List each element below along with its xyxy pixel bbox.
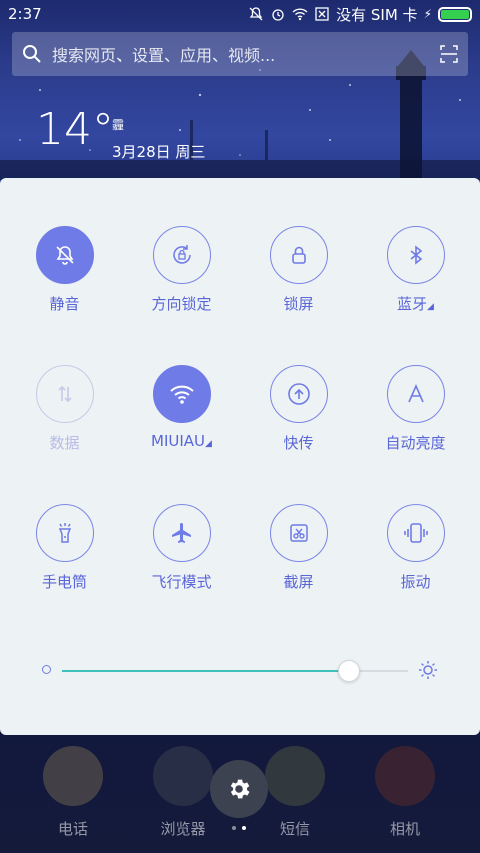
lock-icon[interactable] — [269, 226, 328, 284]
brightness-thumb[interactable] — [338, 660, 360, 682]
rotation-lock-icon[interactable] — [152, 226, 211, 284]
weather-widget[interactable]: 14° 霾 3月28日 周三 — [36, 104, 205, 162]
weather-date: 3月28日 周三 — [112, 143, 206, 161]
bell-off-icon[interactable] — [35, 226, 94, 284]
status-bar: 2:37 没有 SIM 卡 ⚡ — [0, 0, 480, 28]
dock-app-camera[interactable]: 相机 — [360, 746, 450, 839]
quick-tile-bluetooth[interactable]: 蓝牙◢ — [357, 226, 474, 314]
battery-icon — [438, 6, 472, 22]
dock-app-label: 电话 — [57, 820, 88, 838]
brightness-fill — [62, 670, 349, 672]
temperature: 14° — [36, 104, 114, 155]
quick-tile-label: 自动亮度 — [385, 434, 446, 452]
messages-app-icon — [265, 746, 325, 806]
quick-tile-label: 蓝牙 — [397, 295, 428, 313]
brightness-track[interactable] — [62, 660, 408, 682]
page-dot-active — [242, 826, 246, 830]
clock: 2:37 — [8, 5, 42, 23]
quick-tile-label: MIUIAU — [151, 432, 206, 450]
wifi-status-icon — [292, 8, 308, 21]
expand-indicator-icon: ◢ — [205, 439, 212, 449]
upload-icon[interactable] — [269, 365, 328, 423]
quick-tile-airplane[interactable]: 飞行模式 — [123, 504, 240, 592]
quick-tile-label: 锁屏 — [283, 295, 314, 313]
page-dot — [232, 826, 236, 830]
scan-icon[interactable] — [440, 45, 458, 63]
search-icon — [23, 45, 41, 63]
quick-tile-label: 方向锁定 — [151, 295, 212, 313]
page-indicator — [232, 826, 246, 830]
quick-tile-data[interactable]: 数据 — [6, 365, 123, 453]
quick-tile-label: 静音 — [49, 295, 80, 313]
camera-app-icon — [375, 746, 435, 806]
quick-tile-auto-brightness[interactable]: 自动亮度 — [357, 365, 474, 453]
expand-indicator-icon: ◢ — [427, 302, 434, 312]
settings-button[interactable] — [210, 760, 268, 818]
quick-tile-label: 数据 — [49, 434, 80, 452]
charging-icon: ⚡ — [423, 7, 432, 21]
quick-tile-label: 截屏 — [283, 573, 314, 591]
quick-tile-label: 飞行模式 — [151, 573, 212, 591]
dock-app-label: 短信 — [279, 820, 310, 838]
quick-tile-bell-off[interactable]: 静音 — [6, 226, 123, 314]
carrier-text: 没有 SIM 卡 — [336, 5, 418, 24]
alarm-icon — [272, 9, 284, 21]
dock-app-phone[interactable]: 电话 — [28, 746, 118, 839]
quick-tile-rotation-lock[interactable]: 方向锁定 — [123, 226, 240, 314]
search-bar[interactable]: 搜索网页、设置、应用、视频... — [12, 32, 468, 76]
auto-brightness-icon[interactable] — [386, 365, 445, 423]
search-placeholder: 搜索网页、设置、应用、视频... — [52, 46, 276, 65]
battery-fill — [441, 9, 469, 19]
airplane-icon[interactable] — [152, 504, 211, 562]
dock-app-label: 相机 — [389, 820, 420, 838]
dock-app-label: 浏览器 — [160, 820, 206, 838]
bluetooth-icon[interactable] — [386, 226, 445, 284]
phone-app-icon — [43, 746, 103, 806]
browser-app-icon — [153, 746, 213, 806]
no-sim-icon — [315, 7, 329, 21]
bell-off-status-icon — [249, 7, 263, 21]
quick-settings-panel: 静音 方向锁定 锁屏 蓝牙◢ 数据 MIUIAU◢ 快传 自动亮度 手电筒 飞行模式 截屏 振动 — [0, 178, 480, 735]
quick-tile-label: 快传 — [283, 434, 314, 452]
quick-tile-vibrate[interactable]: 振动 — [357, 504, 474, 592]
screenshot-icon[interactable] — [269, 504, 328, 562]
brightness-high-icon — [419, 661, 437, 679]
data-icon[interactable] — [35, 365, 94, 423]
wifi-icon[interactable] — [152, 365, 211, 423]
quick-tile-screenshot[interactable]: 截屏 — [240, 504, 357, 592]
quick-tile-wifi[interactable]: MIUIAU◢ — [123, 365, 240, 450]
brightness-slider[interactable] — [40, 658, 440, 684]
flashlight-icon[interactable] — [35, 504, 94, 562]
quick-tile-label: 手电筒 — [41, 573, 87, 591]
quick-tile-upload[interactable]: 快传 — [240, 365, 357, 453]
quick-tile-lock[interactable]: 锁屏 — [240, 226, 357, 314]
gear-icon — [230, 779, 250, 799]
brightness-low-icon — [42, 665, 51, 674]
weather-condition: 霾 — [112, 118, 125, 132]
vibrate-icon[interactable] — [386, 504, 445, 562]
quick-tile-flashlight[interactable]: 手电筒 — [6, 504, 123, 592]
quick-tile-label: 振动 — [400, 573, 431, 591]
